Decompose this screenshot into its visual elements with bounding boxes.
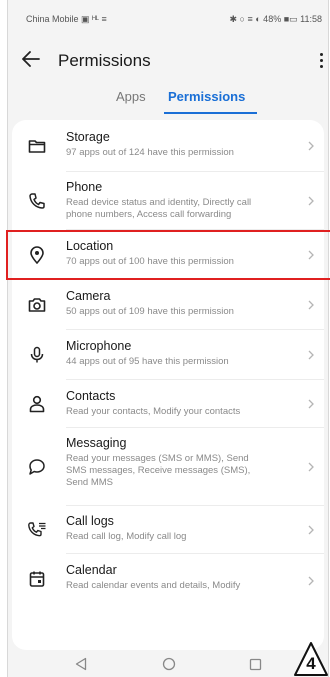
folder-icon (26, 135, 48, 157)
home-circle-icon[interactable] (160, 655, 178, 673)
permission-item-location[interactable]: Location 70 apps out of 100 have this pe… (12, 230, 324, 280)
permission-item-calendar[interactable]: Calendar Read calendar events and detail… (12, 554, 324, 614)
microphone-icon (26, 344, 48, 366)
permission-name: Contacts (66, 389, 116, 403)
chevron-right-icon (306, 348, 316, 362)
permission-name: Phone (66, 180, 103, 194)
permission-desc: Read your contacts, Modify your contacts (66, 406, 241, 417)
chevron-right-icon (306, 194, 316, 208)
chevron-right-icon (306, 523, 316, 537)
permission-item-storage[interactable]: Storage 97 apps out of 124 have this per… (12, 120, 324, 172)
permission-item-contacts[interactable]: Contacts Read your contacts, Modify your… (12, 380, 324, 428)
chevron-right-icon (306, 397, 316, 411)
phone-screen: China Mobile ▣ ᴴᴸ ≡ ✱ ○ ≡ ◐ 48% ■▭ 11:58… (7, 0, 329, 677)
permission-item-microphone[interactable]: Microphone 44 apps out of 95 have this p… (12, 330, 324, 380)
carrier-label: China Mobile ▣ ᴴᴸ ≡ (26, 14, 107, 24)
permission-name: Storage (66, 130, 110, 144)
permission-desc: Read call log, Modify call log (66, 531, 187, 542)
chevron-right-icon (306, 139, 316, 153)
back-button[interactable] (18, 46, 44, 72)
call-log-icon (26, 519, 48, 541)
chevron-right-icon (306, 574, 316, 588)
status-indicators: ✱ ○ ≡ ◐ 48% ■▭ 11:58 (229, 14, 322, 24)
permission-desc: Read device status and identity, Directl… (66, 197, 252, 220)
permission-desc: 44 apps out of 95 have this permission (66, 356, 229, 367)
status-bar: China Mobile ▣ ᴴᴸ ≡ ✱ ○ ≡ ◐ 48% ■▭ 11:58 (8, 0, 328, 36)
permission-desc: 97 apps out of 124 have this permission (66, 147, 234, 158)
permission-desc: 70 apps out of 100 have this permission (66, 256, 234, 267)
chevron-right-icon (306, 298, 316, 312)
permission-item-camera[interactable]: Camera 50 apps out of 109 have this perm… (12, 280, 324, 330)
chevron-right-icon (306, 460, 316, 474)
page-title: Permissions (58, 51, 151, 70)
permission-name: Location (66, 239, 114, 253)
tab-permissions[interactable]: Permissions (168, 89, 245, 104)
camera-icon (26, 294, 48, 316)
permission-name: Calendar (66, 563, 117, 577)
tab-indicator (164, 112, 257, 114)
permission-desc: Read calendar events and details, Modify (66, 580, 241, 591)
recents-square-icon[interactable] (246, 655, 264, 673)
permission-name: Microphone (66, 339, 132, 353)
person-icon (26, 393, 48, 415)
more-vertical-icon[interactable] (314, 48, 328, 72)
chevron-right-icon (306, 248, 316, 262)
navigation-bar (8, 650, 328, 677)
permission-item-messaging[interactable]: Messaging Read your messages (SMS or MMS… (12, 428, 324, 506)
location-pin-icon (26, 244, 48, 266)
permission-name: Messaging (66, 436, 127, 450)
step-number: 4 (306, 654, 316, 673)
tab-bar: Apps Permissions (8, 84, 328, 116)
permission-list: Storage 97 apps out of 124 have this per… (12, 120, 324, 650)
phone-icon (26, 190, 48, 212)
permission-name: Camera (66, 289, 111, 303)
permission-item-call-logs[interactable]: Call logs Read call log, Modify call log (12, 506, 324, 554)
permission-item-phone[interactable]: Phone Read device status and identity, D… (12, 172, 324, 230)
tab-apps[interactable]: Apps (116, 89, 146, 104)
permission-name: Call logs (66, 514, 114, 528)
step-number-badge: 4 (293, 641, 329, 677)
chat-bubble-icon (26, 456, 48, 478)
permission-desc: Read your messages (SMS or MMS), Send SMS… (66, 453, 251, 488)
back-triangle-icon[interactable] (72, 655, 90, 673)
app-header: Permissions (8, 36, 328, 84)
calendar-icon (26, 568, 48, 590)
permission-desc: 50 apps out of 109 have this permission (66, 306, 234, 317)
arrow-left-icon (22, 51, 40, 67)
